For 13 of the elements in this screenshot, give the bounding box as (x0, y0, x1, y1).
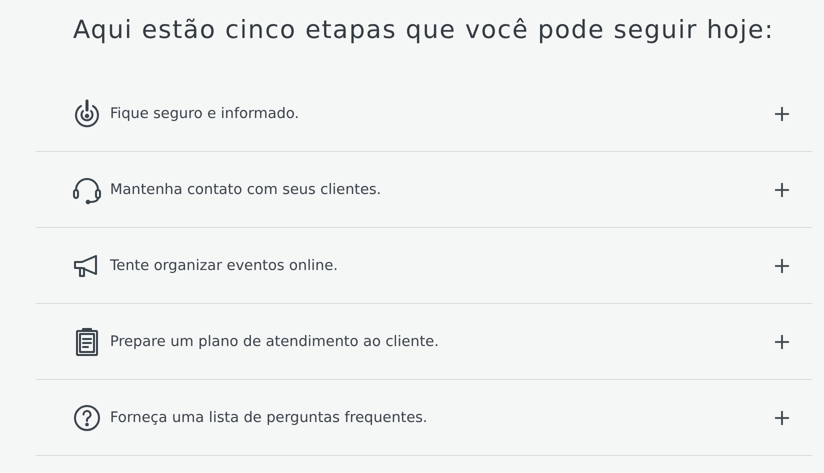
accordion-item[interactable]: Mantenha contato com seus clientes. (110, 182, 774, 198)
accordion-item[interactable]: Fique seguro e informado. (110, 106, 774, 122)
plus-icon[interactable] (774, 182, 790, 198)
accordion-item[interactable]: Forneça uma lista de perguntas frequentes. (110, 410, 774, 426)
question-icon (72, 402, 102, 432)
plus-icon[interactable] (774, 410, 790, 426)
alert-icon (72, 98, 102, 128)
accordion-item[interactable]: Tente organizar eventos online. (110, 258, 774, 274)
accordion-item[interactable]: Prepare um plano de atendimento ao cliente. (110, 334, 774, 350)
plus-icon[interactable] (774, 106, 790, 122)
section-heading: Aqui estão cinco etapas que você pode seguir hoje: (73, 14, 775, 46)
plus-icon[interactable] (774, 334, 790, 350)
plus-icon[interactable] (774, 258, 790, 274)
